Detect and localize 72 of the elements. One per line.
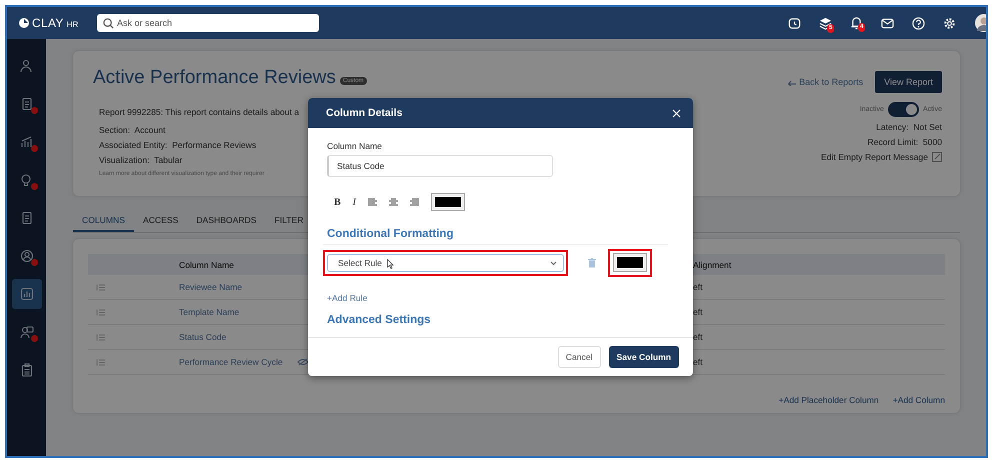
table-cell: Status Code: [179, 332, 226, 342]
add-column-link[interactable]: +Add Placeholder Column: [778, 395, 879, 405]
column-header: Column Name: [179, 260, 234, 270]
cancel-button[interactable]: Cancel: [558, 346, 601, 368]
column-name-field[interactable]: Status Code: [327, 155, 553, 177]
back-link[interactable]: Back to Reports: [787, 77, 864, 87]
logo-text: CLAY: [32, 16, 64, 30]
report-description: Report 9992285: This report contains details about a: [99, 107, 300, 117]
back-arrow-icon: [787, 78, 798, 86]
files-icon: [20, 211, 34, 225]
sidebar-item[interactable]: [12, 279, 42, 309]
table-cell: Reviewee Name: [179, 282, 242, 292]
close-icon[interactable]: [672, 108, 681, 118]
report-icon: [20, 287, 34, 301]
rule-color-picker[interactable]: [613, 253, 647, 272]
drag-handle-icon[interactable]: [96, 284, 105, 290]
people-icon: [20, 59, 34, 73]
help-icon[interactable]: [912, 16, 925, 30]
align-left-icon[interactable]: [368, 198, 378, 206]
tab[interactable]: FILTER: [266, 210, 312, 232]
report-detail: Section: Account: [99, 125, 166, 135]
bold-button[interactable]: B: [334, 196, 341, 208]
alarm-clock-icon[interactable]: [788, 16, 801, 30]
edit-icon[interactable]: [932, 152, 942, 162]
field-label: Column Name: [327, 141, 382, 151]
tab[interactable]: COLUMNS: [73, 210, 134, 232]
column-header: Alignment: [693, 260, 732, 270]
rule-select[interactable]: Select Rule: [327, 254, 564, 272]
drag-handle-icon[interactable]: [96, 334, 105, 340]
edit-message-label: Edit Empty Report Message: [821, 152, 928, 162]
table-cell: eft: [693, 282, 703, 292]
color-picker[interactable]: [431, 193, 466, 211]
report-detail: Visualization: Tabular: [99, 155, 182, 165]
stack-icon[interactable]: [819, 16, 832, 30]
dialog-title: Column Details: [326, 107, 402, 119]
add-rule-link[interactable]: +Add Rule: [327, 293, 368, 303]
section-heading: Conditional Formatting: [327, 228, 454, 240]
report-detail: Associated Entity: Performance Reviews: [99, 140, 256, 150]
align-right-icon[interactable]: [410, 198, 420, 206]
table-cell: eft: [693, 332, 703, 342]
view-report-button[interactable]: View Report: [875, 71, 942, 93]
table-cell: Template Name: [179, 307, 240, 317]
chevron-down-icon: [550, 260, 557, 266]
document-icon: [20, 97, 34, 111]
tab[interactable]: ACCESS: [134, 210, 188, 232]
team-icon: [20, 325, 34, 339]
table-cell: eft: [693, 357, 703, 367]
section-heading: Advanced Settings: [327, 314, 431, 326]
tab[interactable]: DASHBOARDS: [187, 210, 266, 232]
clipboard-icon: [20, 363, 34, 377]
report-setting: Record Limit: 5000: [867, 137, 942, 147]
table-cell: eft: [693, 307, 703, 317]
logo-suffix: HR: [66, 20, 78, 28]
align-center-icon[interactable]: [389, 198, 398, 206]
chart-icon: [20, 135, 34, 149]
save-column-button[interactable]: Save Column: [608, 346, 679, 368]
report-setting: Latency: Not Set: [876, 122, 942, 132]
drag-handle-icon[interactable]: [96, 358, 105, 366]
italic-button[interactable]: I: [352, 196, 356, 208]
person-icon: [20, 249, 34, 263]
bulb-icon: [20, 173, 34, 187]
logo-icon: [19, 18, 29, 28]
settings-icon[interactable]: [943, 16, 956, 30]
search-icon: [103, 18, 114, 29]
table-cell: Performance Review Cycle: [179, 357, 283, 367]
drag-handle-icon[interactable]: [96, 308, 105, 316]
report-title: Active Performance Reviews: [93, 67, 336, 89]
search-field[interactable]: Ask or search: [97, 14, 319, 32]
add-column-link[interactable]: +Add Column: [892, 395, 945, 405]
mouse-cursor-icon: [387, 259, 394, 269]
active-toggle[interactable]: [888, 102, 919, 117]
mail-icon[interactable]: [881, 18, 894, 28]
